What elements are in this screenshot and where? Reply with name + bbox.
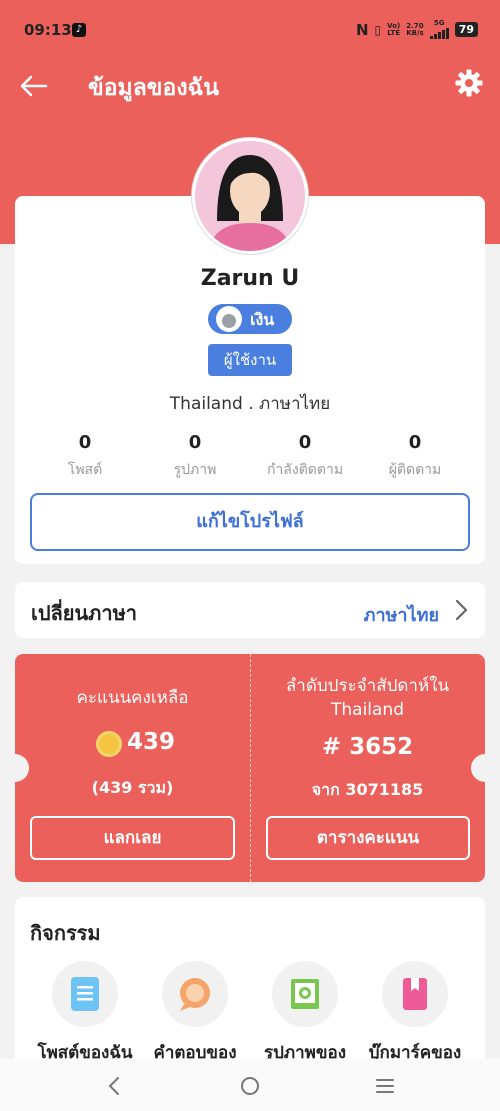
change-language-row[interactable]: เปลี่ยนภาษา ภาษาไทย: [15, 582, 485, 638]
rank-out-of: จาก 3071185: [311, 780, 424, 799]
tiktok-notification-icon: ♪: [72, 23, 86, 37]
stat-label: โพสต์: [67, 462, 103, 478]
activity-my-answers[interactable]: คำตอบของ: [140, 961, 250, 1066]
stat-value: 0: [298, 432, 312, 453]
nav-menu-icon[interactable]: [372, 1073, 398, 1099]
activity-my-photos[interactable]: รูปภาพของ: [250, 961, 360, 1066]
stat-label: ผู้ติดตาม: [388, 462, 442, 478]
stat-posts[interactable]: 0 โพสต์: [30, 432, 140, 481]
points-balance-title: คะแนนคงเหลือ: [76, 688, 189, 708]
stat-value: 0: [408, 432, 422, 453]
stat-label: รูปภาพ: [173, 462, 217, 478]
vibrate-icon: ▯: [374, 22, 382, 37]
silver-medal-icon: [216, 306, 242, 332]
activity-my-posts[interactable]: โพสต์ของฉัน: [30, 961, 140, 1066]
signal-icon: [429, 27, 449, 39]
status-bar: 09:13 ♪ N ▯ Vo) LTE 2.70 KB/s 5G 79: [0, 0, 500, 60]
points-total: (439 รวม): [91, 778, 174, 797]
points-card: คะแนนคงเหลือ 439 (439 รวม) แลกเลย ลำดับป…: [1, 654, 499, 882]
role-badge: ผู้ใช้งาน: [208, 344, 292, 376]
avatar[interactable]: [192, 138, 308, 254]
weekly-rank: # 3652: [321, 734, 414, 760]
system-navigation-bar: [0, 1059, 500, 1111]
network-type: 5G: [429, 20, 449, 39]
level-badge[interactable]: เงิน: [208, 304, 292, 334]
activity-title: กิจกรรม: [30, 921, 101, 945]
current-language: ภาษาไทย: [363, 605, 439, 626]
avatar-illustration-icon: [195, 141, 305, 251]
stat-followers[interactable]: 0 ผู้ติดตาม: [360, 432, 470, 481]
bookmark-icon: [382, 961, 448, 1027]
gear-icon[interactable]: [454, 68, 484, 98]
level-badge-label: เงิน: [250, 310, 275, 329]
document-icon: [52, 961, 118, 1027]
edit-profile-button[interactable]: แก้ไขโปรไฟล์: [30, 493, 470, 551]
stat-value: 0: [78, 432, 92, 453]
leaderboard-button[interactable]: ตารางคะแนน: [266, 816, 470, 860]
photo-icon: [272, 961, 338, 1027]
weekly-rank-title: ลำดับประจำสัปดาห์ใน Thailand: [285, 676, 450, 720]
stat-photos[interactable]: 0 รูปภาพ: [140, 432, 250, 481]
nav-home-icon[interactable]: [237, 1073, 263, 1099]
stat-label: กำลังติดตาม: [266, 462, 344, 478]
profile-stats: 0 โพสต์ 0 รูปภาพ 0 กำลังติดตาม 0 ผู้ติดต…: [30, 432, 470, 481]
volte-indicator: Vo) LTE: [387, 21, 401, 37]
activity-my-bookmarks[interactable]: บุ๊กมาร์คของ: [360, 961, 470, 1066]
battery-icon: 79: [454, 22, 478, 37]
points-balance: 439: [127, 729, 176, 755]
chat-bubble-icon: [162, 961, 228, 1027]
net-speed: 2.70 KB/s: [406, 21, 424, 37]
change-language-label: เปลี่ยนภาษา: [31, 601, 138, 625]
page-title: ข้อมูลของฉัน: [88, 75, 219, 101]
profile-name: Zarun U: [200, 266, 300, 291]
redeem-button[interactable]: แลกเลย: [30, 816, 235, 860]
back-arrow-icon[interactable]: [18, 70, 50, 102]
top-bar: ข้อมูลของฉัน: [0, 62, 500, 110]
activity-card: กิจกรรม โพสต์ของฉัน คำตอบของ รูปภาพของ บ…: [15, 897, 485, 1067]
stat-value: 0: [188, 432, 202, 453]
nav-back-icon[interactable]: [102, 1073, 128, 1099]
status-time: 09:13: [24, 21, 72, 39]
nfc-icon: N: [355, 20, 369, 39]
coin-icon: [96, 731, 122, 757]
chevron-right-icon: [455, 599, 468, 621]
location-language: Thailand . ภาษาไทย: [169, 394, 331, 414]
stat-following[interactable]: 0 กำลังติดตาม: [250, 432, 360, 481]
